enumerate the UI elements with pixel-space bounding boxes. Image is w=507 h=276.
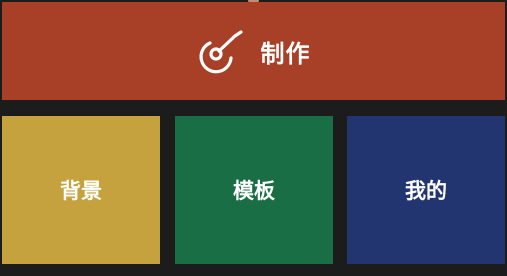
template-tile-label: 模板 [233, 179, 275, 203]
template-tile[interactable]: 模板 [175, 116, 333, 264]
home-screen: 制作 背景 模板 我的 [0, 0, 507, 276]
mine-tile-label: 我的 [405, 179, 447, 203]
background-tile-label: 背景 [60, 179, 102, 203]
make-label: 制作 [260, 39, 311, 68]
make-button[interactable]: 制作 [2, 2, 505, 100]
mine-tile[interactable]: 我的 [347, 116, 505, 264]
guitar-icon [199, 30, 243, 74]
background-tile[interactable]: 背景 [2, 116, 160, 264]
